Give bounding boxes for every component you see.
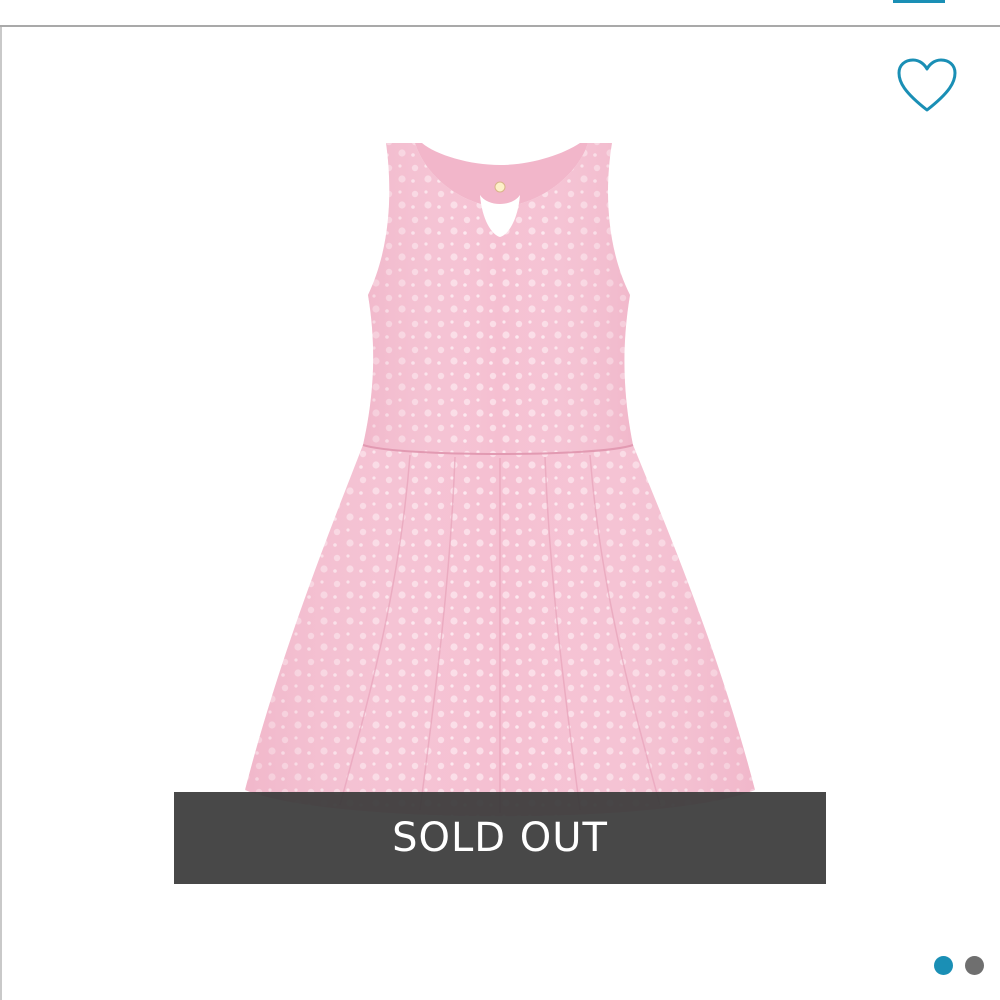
active-tab-indicator (893, 0, 945, 3)
favorite-button[interactable] (896, 58, 958, 114)
heart-outline-icon (897, 58, 957, 112)
pink-dress-image (245, 143, 755, 817)
carousel-pagination (934, 955, 984, 975)
sold-out-banner: SOLD OUT (174, 792, 826, 884)
product-image[interactable] (200, 135, 800, 895)
sold-out-label: SOLD OUT (392, 815, 608, 861)
left-border (0, 27, 2, 1000)
carousel-dot-1[interactable] (934, 955, 953, 975)
header-bottom-border (0, 25, 1000, 27)
carousel-dot-2[interactable] (965, 955, 984, 975)
